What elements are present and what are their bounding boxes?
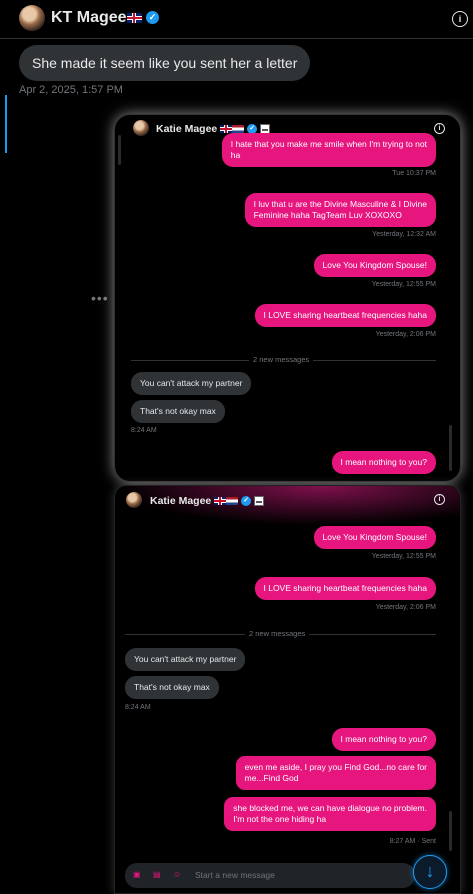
scrollbar [449, 425, 452, 471]
contact-name-text: KT Magee [51, 9, 127, 26]
attached-image-2[interactable]: Katie Magee ✓ i Love You Kingdom Spouse!… [114, 485, 461, 894]
received-message: That's not okay max [125, 676, 219, 699]
sent-message: I hate that you make me smile when I'm t… [221, 133, 436, 167]
sent-message: even me aside, I pray you Find God...no … [235, 756, 436, 790]
attached-image-1[interactable]: Katie Magee ✓ i I hate that you make me … [114, 114, 461, 482]
avatar [126, 492, 142, 508]
message-line: Feminine haha TagTeam Luv XOXOXO [253, 210, 402, 220]
contact-name-text: Katie Magee [156, 123, 218, 135]
sent-message: I LOVE sharing heartbeat frequencies hah… [254, 304, 436, 327]
sent-message: she blocked me, we can have dialogue no … [224, 797, 436, 831]
scrollbar [118, 135, 121, 165]
message-line: I'm not the one hiding ha [233, 814, 327, 824]
contact-name: Katie Magee ✓ [150, 495, 265, 507]
message-line: I luv that u are the Divine Masculine & … [253, 199, 427, 209]
info-icon: i [434, 494, 445, 505]
message-time: Yesterday, 12:32 AM [372, 231, 436, 238]
verified-badge-icon: ✓ [241, 496, 252, 507]
received-message: You can't attack my partner [125, 648, 246, 671]
received-message: You can't attack my partner [131, 372, 252, 395]
info-icon[interactable]: i [452, 11, 468, 27]
message-time: Yesterday, 2:06 PM [375, 604, 436, 611]
sent-message: Love You Kingdom Spouse! [313, 526, 436, 549]
message-bubble[interactable]: She made it seem like you sent her a let… [19, 45, 311, 81]
scrollbar [449, 811, 452, 851]
message-composer: ▣ ▤ ☺ Start a new message [125, 863, 415, 888]
image-icon: ▣ [133, 870, 141, 879]
message-time: 8:24 AM [125, 704, 151, 711]
more-options-icon[interactable]: ••• [91, 290, 109, 306]
uk-flag-icon [214, 497, 227, 506]
message-line: I hate that you make me smile when I'm t… [230, 139, 427, 149]
message-line: she blocked me, we can have dialogue no … [233, 803, 427, 813]
nl-flag-icon [226, 497, 239, 506]
avatar [133, 120, 149, 136]
composer-placeholder: Start a new message [195, 870, 275, 880]
sent-message: I LOVE sharing heartbeat frequencies hah… [254, 577, 436, 600]
message-time: Yesterday, 12:55 PM [371, 553, 436, 560]
message-line: me...Find God [244, 773, 299, 783]
message-timestamp: Apr 2, 2025, 1:57 PM [19, 84, 123, 96]
verified-badge-icon: ✓ [146, 11, 160, 25]
received-message: That's not okay max [131, 400, 225, 423]
message-time: 8:27 AM · Sent [389, 838, 436, 845]
sent-message: I luv that u are the Divine Masculine & … [244, 193, 436, 227]
arrow-down-icon: ↓ [425, 861, 435, 881]
uk-flag-icon [220, 125, 233, 134]
message-time: Yesterday, 2:06 PM [375, 331, 436, 338]
emoji-icon: ☺ [173, 870, 182, 879]
sent-message: Love You Kingdom Spouse! [313, 254, 436, 277]
sent-message: I mean nothing to you? [331, 728, 436, 751]
avatar[interactable] [19, 5, 45, 31]
message-line: ha [230, 150, 241, 160]
new-messages-divider: 2 new messages [249, 355, 314, 364]
new-messages-divider: 2 new messages [245, 629, 310, 638]
message-time: 8:24 AM [131, 427, 157, 434]
scroll-to-bottom-button[interactable]: ↓ [413, 855, 447, 889]
conversation-header: KT Magee ✓ i [0, 0, 473, 39]
contact-name-text: Katie Magee [150, 495, 212, 507]
message-line: even me aside, I pray you Find God...no … [244, 762, 427, 772]
message-time: Yesterday, 12:55 PM [371, 281, 436, 288]
message-time: Tue 10:37 PM [392, 170, 436, 177]
uk-flag-icon [126, 12, 142, 23]
sent-message: I mean nothing to you? [331, 451, 436, 474]
contact-name[interactable]: KT Magee ✓ [51, 9, 160, 27]
info-icon: i [434, 123, 445, 134]
gif-icon: ▤ [153, 870, 161, 879]
selection-accent [5, 95, 7, 153]
square-emoji-icon [254, 496, 265, 507]
